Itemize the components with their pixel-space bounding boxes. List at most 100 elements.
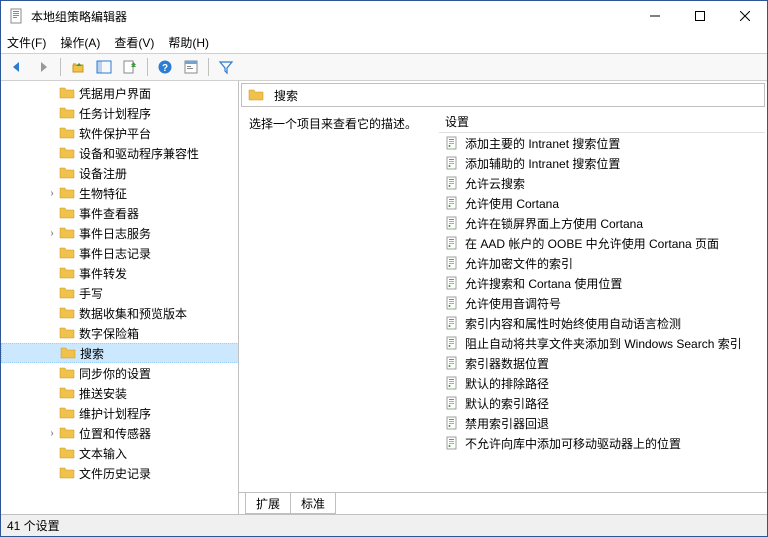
window-title: 本地组策略编辑器: [31, 8, 632, 25]
folder-icon: [248, 87, 264, 103]
close-button[interactable]: [722, 1, 767, 31]
export-button[interactable]: [118, 56, 142, 78]
tree-item[interactable]: 推送安装: [1, 383, 239, 403]
svg-text:?: ?: [162, 63, 168, 74]
list-item-label: 添加主要的 Intranet 搜索位置: [465, 135, 620, 152]
tree-item-label: 文件历史记录: [79, 465, 151, 482]
status-text: 41 个设置: [7, 517, 60, 534]
tree-item-label: 同步你的设置: [79, 365, 151, 382]
tree-item[interactable]: 搜索: [1, 343, 239, 363]
show-hide-tree-button[interactable]: [92, 56, 116, 78]
tree-item-label: 事件查看器: [79, 205, 139, 222]
tree-item[interactable]: 文本输入: [1, 443, 239, 463]
tree-item[interactable]: ›生物特征: [1, 183, 239, 203]
list-item[interactable]: 允许使用音调符号: [439, 293, 765, 313]
tree-item-label: 设备和驱动程序兼容性: [79, 145, 199, 162]
list-item[interactable]: 默认的索引路径: [439, 393, 765, 413]
tree-item[interactable]: 同步你的设置: [1, 363, 239, 383]
list-item[interactable]: 阻止自动将共享文件夹添加到 Windows Search 索引: [439, 333, 765, 353]
tree-item[interactable]: 设备注册: [1, 163, 239, 183]
tree-item-label: 位置和传感器: [79, 425, 151, 442]
tree-item[interactable]: 设备和驱动程序兼容性: [1, 143, 239, 163]
tree-item[interactable]: 事件日志记录: [1, 243, 239, 263]
list-item[interactable]: 索引器数据位置: [439, 353, 765, 373]
help-button[interactable]: ?: [153, 56, 177, 78]
tree-item-label: 事件日志服务: [79, 225, 151, 242]
tab-standard[interactable]: 标准: [290, 493, 336, 514]
tree-item-label: 维护计划程序: [79, 405, 151, 422]
list-item[interactable]: 允许使用 Cortana: [439, 193, 765, 213]
titlebar: 本地组策略编辑器: [1, 1, 767, 31]
list-item-label: 添加辅助的 Intranet 搜索位置: [465, 155, 620, 172]
gpe-window: 本地组策略编辑器 文件(F) 操作(A) 查看(V) 帮助(H) ? 凭据用户界…: [0, 0, 768, 537]
up-button[interactable]: [66, 56, 90, 78]
expander-icon[interactable]: ›: [45, 428, 59, 439]
list-item-label: 允许使用音调符号: [465, 295, 561, 312]
tree-item[interactable]: 凭据用户界面: [1, 83, 239, 103]
detail-header: 搜索: [241, 83, 765, 107]
tree-item[interactable]: 软件保护平台: [1, 123, 239, 143]
tab-strip: 扩展 标准: [239, 492, 767, 514]
maximize-button[interactable]: [677, 1, 722, 31]
menu-view[interactable]: 查看(V): [114, 34, 154, 51]
tab-extended[interactable]: 扩展: [245, 493, 291, 514]
list-item[interactable]: 允许云搜索: [439, 173, 765, 193]
list-item[interactable]: 添加辅助的 Intranet 搜索位置: [439, 153, 765, 173]
tree-item[interactable]: 数字保险箱: [1, 323, 239, 343]
tree-pane[interactable]: 凭据用户界面任务计划程序软件保护平台设备和驱动程序兼容性设备注册›生物特征事件查…: [1, 81, 239, 514]
filter-button[interactable]: [214, 56, 238, 78]
tree-item[interactable]: 文件历史记录: [1, 463, 239, 483]
tree-item[interactable]: 任务计划程序: [1, 103, 239, 123]
menu-action[interactable]: 操作(A): [60, 34, 100, 51]
properties-button[interactable]: [179, 56, 203, 78]
list-item-label: 禁用索引器回退: [465, 415, 549, 432]
tree-item[interactable]: 数据收集和预览版本: [1, 303, 239, 323]
separator: [147, 58, 148, 76]
settings-list[interactable]: 设置 添加主要的 Intranet 搜索位置添加辅助的 Intranet 搜索位…: [439, 111, 765, 490]
tree-item-label: 软件保护平台: [79, 125, 151, 142]
list-item[interactable]: 索引内容和属性时始终使用自动语言检测: [439, 313, 765, 333]
app-icon: [9, 8, 25, 24]
list-item[interactable]: 允许搜索和 Cortana 使用位置: [439, 273, 765, 293]
list-item-label: 允许在锁屏界面上方使用 Cortana: [465, 215, 643, 232]
tree-item[interactable]: 事件转发: [1, 263, 239, 283]
tree-item[interactable]: 维护计划程序: [1, 403, 239, 423]
statusbar: 41 个设置: [1, 514, 767, 536]
expander-icon[interactable]: ›: [45, 188, 59, 199]
minimize-button[interactable]: [632, 1, 677, 31]
tree-item[interactable]: › 事件日志服务: [1, 223, 239, 243]
list-item-label: 阻止自动将共享文件夹添加到 Windows Search 索引: [465, 335, 742, 352]
tree-item[interactable]: 手写: [1, 283, 239, 303]
list-item-label: 不允许向库中添加可移动驱动器上的位置: [465, 435, 681, 452]
list-item-label: 允许使用 Cortana: [465, 195, 559, 212]
tree-item-label: 任务计划程序: [79, 105, 151, 122]
separator: [208, 58, 209, 76]
description-text: 选择一个项目来查看它的描述。: [249, 115, 431, 132]
list-item-label: 在 AAD 帐户的 OOBE 中允许使用 Cortana 页面: [465, 235, 719, 252]
description-pane: 选择一个项目来查看它的描述。: [241, 111, 439, 490]
forward-button[interactable]: [31, 56, 55, 78]
list-item-label: 默认的索引路径: [465, 395, 549, 412]
tree-item-label: 数据收集和预览版本: [79, 305, 187, 322]
separator: [60, 58, 61, 76]
expander-icon[interactable]: ›: [45, 228, 59, 239]
column-header[interactable]: 设置: [439, 111, 765, 133]
list-item-label: 允许加密文件的索引: [465, 255, 573, 272]
tree-item[interactable]: 事件查看器: [1, 203, 239, 223]
tree-item[interactable]: › 位置和传感器: [1, 423, 239, 443]
detail-title: 搜索: [274, 87, 298, 104]
tree-item-label: 凭据用户界面: [79, 85, 151, 102]
list-item[interactable]: 允许在锁屏界面上方使用 Cortana: [439, 213, 765, 233]
list-item[interactable]: 添加主要的 Intranet 搜索位置: [439, 133, 765, 153]
menu-help[interactable]: 帮助(H): [168, 34, 209, 51]
back-button[interactable]: [5, 56, 29, 78]
list-item[interactable]: 允许加密文件的索引: [439, 253, 765, 273]
menubar: 文件(F) 操作(A) 查看(V) 帮助(H): [1, 31, 767, 53]
list-item-label: 允许云搜索: [465, 175, 525, 192]
menu-file[interactable]: 文件(F): [7, 34, 46, 51]
list-item[interactable]: 禁用索引器回退: [439, 413, 765, 433]
list-item[interactable]: 在 AAD 帐户的 OOBE 中允许使用 Cortana 页面: [439, 233, 765, 253]
tree-item-label: 事件转发: [79, 265, 127, 282]
list-item[interactable]: 不允许向库中添加可移动驱动器上的位置: [439, 433, 765, 453]
list-item[interactable]: 默认的排除路径: [439, 373, 765, 393]
